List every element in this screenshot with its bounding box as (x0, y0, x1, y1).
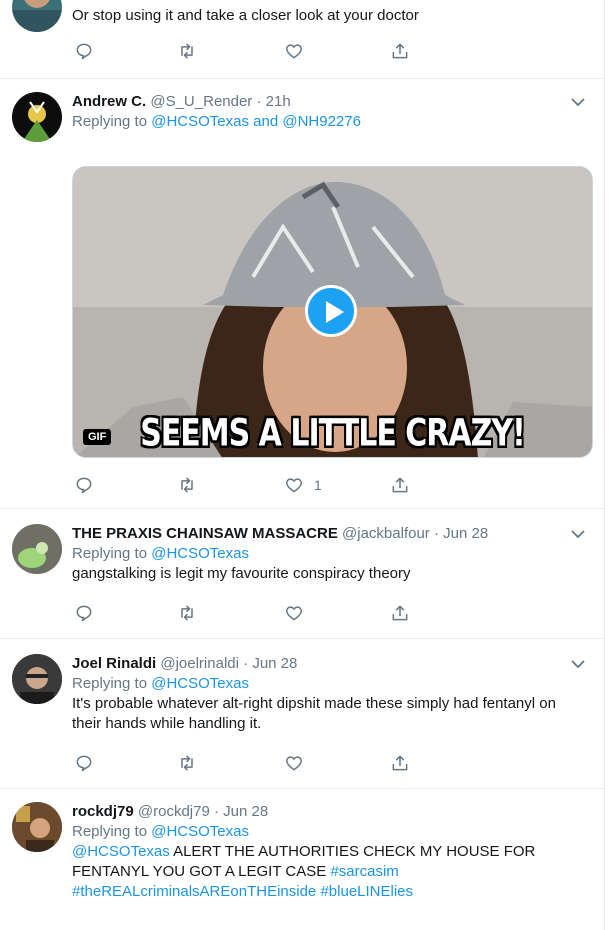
timestamp[interactable]: Jun 28 (252, 655, 297, 672)
retweet-button[interactable] (177, 40, 197, 62)
mention-link[interactable]: @HCSOTexas (151, 823, 249, 840)
replying-to: Replying to @HCSOTexas (72, 545, 249, 562)
share-icon (392, 477, 408, 493)
tweet-text-line: their hands while handling it. (72, 715, 262, 732)
heart-icon (286, 44, 302, 59)
hashtag-link[interactable]: #theREALcriminalsAREonTHEinside (72, 883, 316, 900)
tweet[interactable]: rockdj79 @rockdj79 · Jun 28 Replying to … (0, 788, 604, 930)
user-handle[interactable]: @jackbalfour (342, 525, 430, 542)
retweet-icon (181, 477, 193, 493)
retweet-button[interactable] (177, 602, 197, 624)
separator-dot: · (429, 525, 444, 542)
reply-icon (76, 477, 92, 494)
share-button[interactable] (390, 602, 410, 624)
like-button[interactable] (284, 752, 304, 774)
hashtag-link[interactable]: #sarcasim (330, 863, 398, 880)
mention-link[interactable]: @HCSOTexas (151, 113, 249, 130)
tweet-text-line: FENTANYL YOU GOT A LEGIT CASE #sarcasim (72, 863, 399, 880)
share-icon (392, 43, 408, 59)
reply-button[interactable] (74, 602, 94, 624)
mention-link[interactable]: @HCSOTexas (72, 843, 170, 860)
display-name[interactable]: THE PRAXIS CHAINSAW MASSACRE (72, 525, 338, 542)
reply-button[interactable] (74, 40, 94, 62)
reply-button[interactable] (74, 752, 94, 774)
share-icon (392, 755, 408, 771)
reply-button[interactable] (74, 474, 94, 496)
timestamp[interactable]: Jun 28 (223, 803, 268, 820)
tweet-text-line: @HCSOTexas ALERT THE AUTHORITIES CHECK M… (72, 843, 536, 860)
share-button[interactable] (390, 40, 410, 62)
timestamp[interactable]: 21h (266, 93, 291, 110)
display-name[interactable]: Joel Rinaldi (72, 655, 156, 672)
separator-dot: · (209, 803, 224, 820)
share-button[interactable] (390, 474, 410, 496)
like-button[interactable]: 1 (284, 474, 322, 496)
replying-to: Replying to @HCSOTexas (72, 675, 249, 692)
mention-link[interactable]: @NH92276 (282, 113, 361, 130)
avatar[interactable] (12, 0, 62, 32)
tweet-text-line: #theREALcriminalsAREonTHEinside #blueLIN… (72, 882, 584, 902)
mention-link[interactable]: @HCSOTexas (151, 675, 249, 692)
like-button[interactable] (284, 40, 304, 62)
display-name[interactable]: rockdj79 (72, 803, 134, 820)
separator-dot: · (238, 655, 253, 672)
tweet[interactable]: Joel Rinaldi @joelrinaldi · Jun 28 Reply… (0, 638, 604, 789)
tweet-text-line: It's probable whatever alt-right dipshit… (72, 695, 556, 712)
user-handle[interactable]: @rockdj79 (138, 803, 210, 820)
heart-icon (286, 478, 302, 493)
heart-icon (286, 606, 302, 621)
play-button[interactable] (305, 285, 357, 337)
tweet-actions (72, 752, 412, 774)
avatar[interactable] (12, 654, 62, 704)
tweet-actions (72, 40, 412, 62)
tweet[interactable]: Andrew C. @S_U_Render · 21h Replying to … (0, 78, 604, 509)
replying-to: Replying to @HCSOTexas and @NH92276 (72, 113, 361, 130)
user-handle[interactable]: @S_U_Render (150, 93, 252, 110)
gif-media[interactable]: GIF SEEMS A LITTLE CRAZY! (72, 166, 593, 458)
tweet[interactable]: Or stop using it and take a closer look … (0, 0, 604, 79)
gif-caption: SEEMS A LITTLE CRAZY! (140, 411, 526, 456)
tweet-text: Or stop using it and take a closer look … (72, 7, 419, 24)
tweet-actions (72, 602, 412, 624)
separator-dot: · (252, 93, 266, 110)
tweet[interactable]: THE PRAXIS CHAINSAW MASSACRE @jackbalfou… (0, 508, 604, 639)
reply-icon (76, 605, 92, 622)
timestamp[interactable]: Jun 28 (443, 525, 488, 542)
retweet-icon (181, 755, 193, 771)
reply-icon (76, 43, 92, 60)
retweet-button[interactable] (177, 752, 197, 774)
tweet-feed: Or stop using it and take a closer look … (0, 0, 605, 930)
like-button[interactable] (284, 602, 304, 624)
avatar[interactable] (12, 524, 62, 574)
reply-icon (76, 755, 92, 772)
tweet-text: gangstalking is legit my favourite consp… (72, 565, 411, 582)
replying-to: Replying to @HCSOTexas (72, 823, 249, 840)
user-handle[interactable]: @joelrinaldi (160, 655, 239, 672)
hashtag-link[interactable]: #blueLINElies (320, 883, 413, 900)
retweet-icon (181, 605, 193, 621)
retweet-icon (181, 43, 193, 59)
mention-link[interactable]: @HCSOTexas (151, 545, 249, 562)
share-icon (392, 605, 408, 621)
tweet-actions: 1 (72, 474, 412, 496)
share-button[interactable] (390, 752, 410, 774)
heart-icon (286, 756, 302, 771)
like-count: 1 (314, 477, 322, 493)
display-name[interactable]: Andrew C. (72, 93, 146, 110)
retweet-button[interactable] (177, 474, 197, 496)
avatar[interactable] (12, 802, 62, 852)
avatar[interactable] (12, 92, 62, 142)
